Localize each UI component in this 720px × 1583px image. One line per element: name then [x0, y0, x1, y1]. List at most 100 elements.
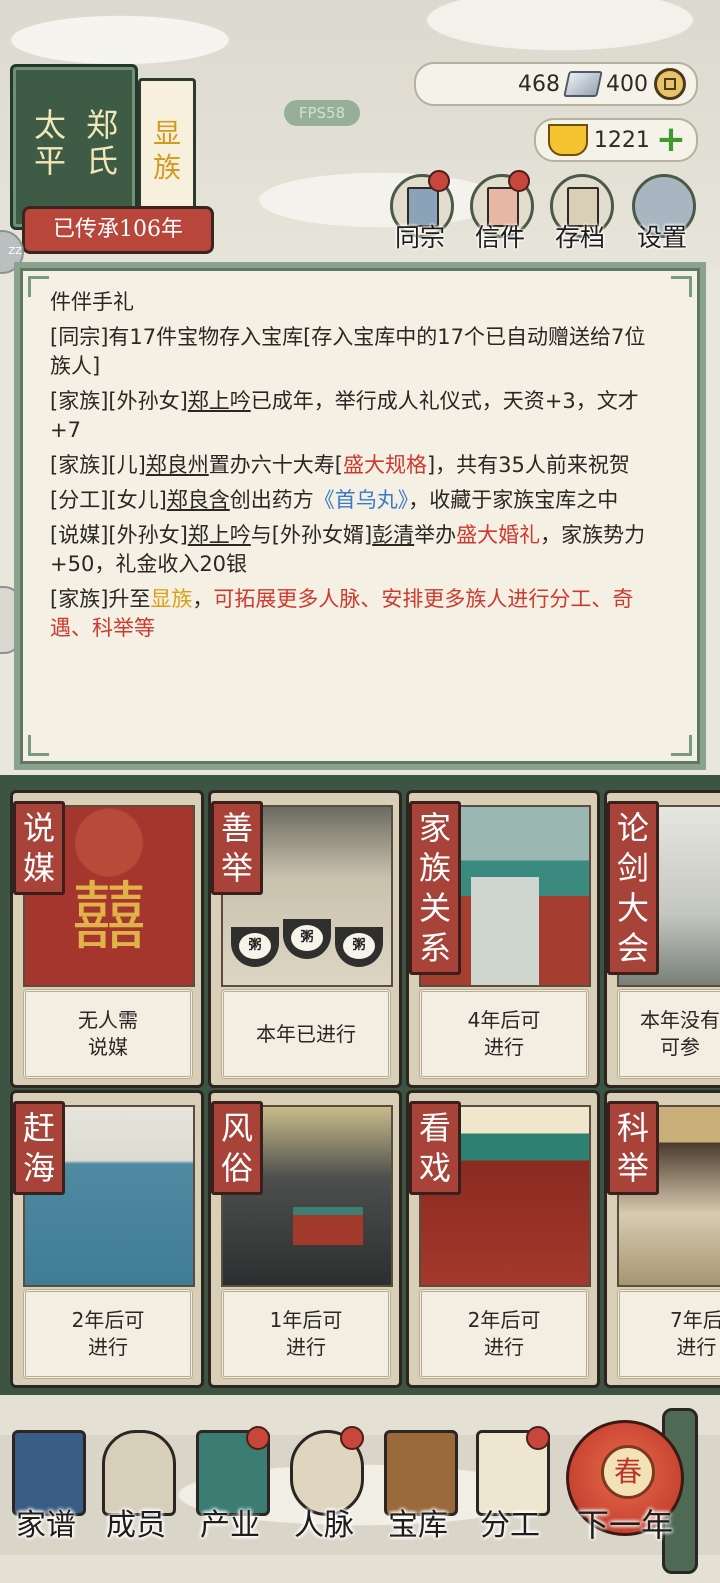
- activity-card-sword-contest[interactable]: 论剑大会 本年没有 可参: [604, 790, 720, 1088]
- porridge-bowl-icon: 粥: [335, 927, 383, 967]
- silver-amount: 468: [518, 71, 560, 97]
- currency-bar: 468 400: [414, 62, 698, 106]
- nav-assignments[interactable]: 分工: [466, 1426, 554, 1550]
- nav-label: 人脉: [294, 1508, 354, 1543]
- activity-status: 无人需 说媒: [23, 989, 193, 1079]
- panel-corner: [28, 276, 49, 297]
- log-prefix: [家族][外孙女]: [50, 389, 188, 413]
- member-link[interactable]: 彭清: [372, 523, 414, 547]
- gold-bar[interactable]: 1221 +: [534, 118, 698, 162]
- log-text: 举办: [414, 523, 457, 547]
- log-text: ，收藏于家族宝库之中: [408, 488, 619, 512]
- member-link[interactable]: 郑上吟: [188, 523, 251, 547]
- activity-tag: 论剑大会: [607, 801, 659, 975]
- nav-property[interactable]: 产业: [186, 1426, 274, 1550]
- add-gold-icon[interactable]: +: [656, 122, 686, 158]
- inherit-ribbon: 已传承106年: [22, 206, 214, 254]
- event-log-panel[interactable]: 件伴手礼 [同宗]有17件宝物存入宝库[存入宝库中的17个已自动赠送给7位族人]…: [14, 262, 706, 770]
- clan-motto-col1: 太平: [33, 106, 66, 180]
- activity-card-family-relations[interactable]: 家族关系 4年后可 进行: [406, 790, 600, 1088]
- activity-status: 1年后可 进行: [221, 1289, 391, 1379]
- log-text: 创出药方: [229, 488, 314, 512]
- nav-label: 产业: [200, 1508, 260, 1543]
- nav-genealogy[interactable]: 家谱: [2, 1430, 90, 1550]
- log-entry: [说媒][外孙女]郑上吟与[外孙女婿]彭清举办盛大婚礼，家族势力+50，礼金收入…: [50, 521, 664, 579]
- activity-card-sea-trip[interactable]: 赶海 2年后可 进行: [10, 1090, 204, 1388]
- settings-button-label: 设置: [636, 223, 687, 252]
- log-prefix: [家族][儿]: [50, 453, 146, 477]
- activity-status: 7年后 进行: [617, 1289, 720, 1379]
- activity-card-exam[interactable]: 科举 7年后 进行: [604, 1090, 720, 1388]
- settings-button[interactable]: 设置: [626, 170, 698, 252]
- next-year-button[interactable]: 下一年: [560, 1500, 690, 1546]
- porridge-bowl-icon: 粥: [231, 927, 279, 967]
- nav-treasury[interactable]: 宝库: [374, 1430, 462, 1550]
- log-prefix: [家族]升至: [50, 587, 151, 611]
- activity-status: 本年已进行: [221, 989, 391, 1079]
- nav-label: 宝库: [388, 1508, 448, 1543]
- activity-tag: 看戏: [409, 1101, 461, 1195]
- activity-status: 2年后可 进行: [419, 1289, 589, 1379]
- event-log-list: 件伴手礼 [同宗]有17件宝物存入宝库[存入宝库中的17个已自动赠送给7位族人]…: [50, 288, 664, 649]
- activity-tag: 风俗: [211, 1101, 263, 1195]
- log-entry: [分工][女儿]郑良含创出药方《首乌丸》，收藏于家族宝库之中: [50, 486, 664, 515]
- member-link[interactable]: 郑良州: [146, 453, 209, 477]
- log-text: ，: [192, 587, 214, 611]
- nav-members[interactable]: 成员: [92, 1430, 180, 1550]
- log-entry: [同宗]有17件宝物存入宝库[存入宝库中的17个已自动赠送给7位族人]: [50, 325, 646, 378]
- silver-ingot-icon: [563, 71, 603, 97]
- notification-dot: [428, 170, 450, 192]
- clan-rank: 显族: [152, 117, 181, 184]
- clan-button-label: 同宗: [394, 223, 445, 252]
- log-text: ]，共有35人前来祝贺: [426, 453, 630, 477]
- log-prefix: [说媒][外孙女]: [50, 523, 188, 547]
- gold-ingot-icon: [548, 124, 588, 156]
- double-happiness-icon: 囍: [72, 874, 146, 960]
- panel-corner: [671, 276, 692, 297]
- spring-lantern-icon: 春: [601, 1445, 655, 1499]
- gold-amount: 1221: [593, 127, 650, 153]
- porridge-bowl-icon: 粥: [283, 919, 331, 959]
- fps-counter: FPS58: [284, 100, 360, 126]
- log-prefix: [分工][女儿]: [50, 488, 167, 512]
- activity-tag: 善举: [211, 801, 263, 895]
- recipe-link[interactable]: 《首乌丸》: [314, 488, 409, 512]
- clan-button[interactable]: 同宗: [384, 170, 456, 252]
- activity-tag: 说媒: [13, 801, 65, 895]
- member-link[interactable]: 郑良含: [167, 488, 230, 512]
- nav-label: 分工: [480, 1508, 540, 1543]
- clan-name: 郑氏: [85, 106, 118, 180]
- log-text: 与[外孙女婿]: [250, 523, 373, 547]
- notification-dot: [508, 170, 530, 192]
- log-text: 置办六十大寿[: [208, 453, 343, 477]
- log-highlight: 盛大规格: [342, 453, 427, 477]
- panel-corner: [28, 735, 49, 756]
- nav-network[interactable]: 人脉: [280, 1426, 368, 1550]
- log-highlight: 盛大婚礼: [456, 523, 541, 547]
- activity-status: 2年后可 进行: [23, 1289, 193, 1379]
- log-entry: [家族][儿]郑良州置办六十大寿[盛大规格]，共有35人前来祝贺: [50, 451, 664, 480]
- notification-dot: [246, 1426, 270, 1450]
- activity-tag: 科举: [607, 1101, 659, 1195]
- activity-status: 本年没有 可参: [617, 989, 720, 1079]
- copper-coin-icon: [654, 68, 686, 100]
- rank-highlight: 显族: [150, 587, 193, 611]
- nav-label: 成员: [106, 1508, 166, 1543]
- activity-card-matchmaking[interactable]: 囍 说媒 无人需 说媒: [10, 790, 204, 1088]
- member-link[interactable]: 郑上吟: [188, 389, 251, 413]
- panel-corner: [671, 735, 692, 756]
- notification-dot: [526, 1426, 550, 1450]
- letter-button-label: 信件: [474, 223, 525, 252]
- activity-card-charity[interactable]: 粥 粥 粥 善举 本年已进行: [208, 790, 402, 1088]
- coin-amount: 400: [606, 71, 648, 97]
- log-entry: [家族]升至显族，可拓展更多人脉、安排更多族人进行分工、奇遇、科举等: [50, 585, 664, 643]
- notification-dot: [340, 1426, 364, 1450]
- activity-card-customs[interactable]: 风俗 1年后可 进行: [208, 1090, 402, 1388]
- letter-button[interactable]: 信件: [464, 170, 536, 252]
- clan-rank-page: 显族: [138, 78, 196, 224]
- activity-tag: 赶海: [13, 1101, 65, 1195]
- activity-card-opera[interactable]: 看戏 2年后可 进行: [406, 1090, 600, 1388]
- save-button-label: 存档: [554, 223, 605, 252]
- activity-status: 4年后可 进行: [419, 989, 589, 1079]
- save-button[interactable]: 存档: [544, 170, 616, 252]
